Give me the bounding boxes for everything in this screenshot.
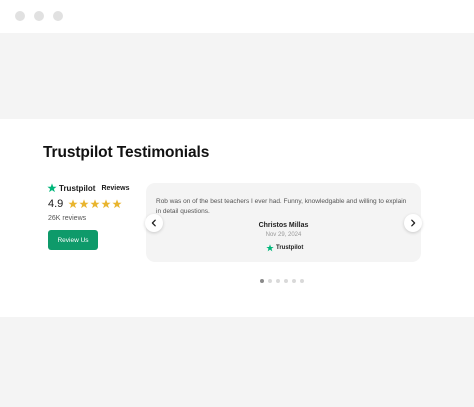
- star-icon: [101, 199, 111, 209]
- testimonial-date: Nov 29, 2024: [265, 232, 302, 238]
- carousel-pagination: [260, 279, 304, 283]
- rating-value: 4.9: [48, 198, 64, 210]
- rating-stars: [68, 199, 122, 209]
- trustpilot-brand-name: Trustpilot: [59, 183, 96, 193]
- pagination-dot[interactable]: [300, 279, 304, 283]
- pagination-dot[interactable]: [276, 279, 280, 283]
- reviews-label: Reviews: [101, 184, 130, 192]
- star-icon: [79, 199, 89, 209]
- section-title: Trustpilot Testimonials: [43, 144, 210, 161]
- window-dot: [34, 11, 44, 21]
- testimonial-source-name: Trustpilot: [276, 245, 304, 251]
- star-icon: [68, 199, 78, 209]
- testimonial-author: Christos Millas: [258, 222, 309, 229]
- pagination-dot[interactable]: [292, 279, 296, 283]
- testimonial-source: Trustpilot: [266, 244, 303, 252]
- trustpilot-star-icon: [266, 244, 274, 252]
- pagination-dot[interactable]: [260, 279, 264, 283]
- window-controls: [15, 11, 63, 21]
- footer-band: [0, 317, 474, 407]
- trustpilot-star-icon: [47, 183, 57, 193]
- trustpilot-logo: Trustpilot Reviews: [47, 183, 129, 193]
- review-us-button[interactable]: Review Us: [48, 230, 98, 250]
- chevron-left-icon: [151, 219, 156, 227]
- header-band: [0, 33, 474, 119]
- carousel-next-button[interactable]: [404, 214, 422, 232]
- testimonial-text: Rob was on of the best teachers I ever h…: [156, 198, 407, 215]
- carousel-prev-button[interactable]: [145, 214, 163, 232]
- testimonial-card: Rob was on of the best teachers I ever h…: [146, 183, 421, 262]
- chevron-right-icon: [411, 219, 416, 227]
- rating-row: 4.9: [48, 198, 122, 210]
- window-dot: [53, 11, 63, 21]
- window-dot: [15, 11, 25, 21]
- star-icon: [90, 199, 100, 209]
- pagination-dot[interactable]: [268, 279, 272, 283]
- review-count: 26K reviews: [48, 215, 87, 222]
- pagination-dot[interactable]: [284, 279, 288, 283]
- star-icon: [112, 199, 122, 209]
